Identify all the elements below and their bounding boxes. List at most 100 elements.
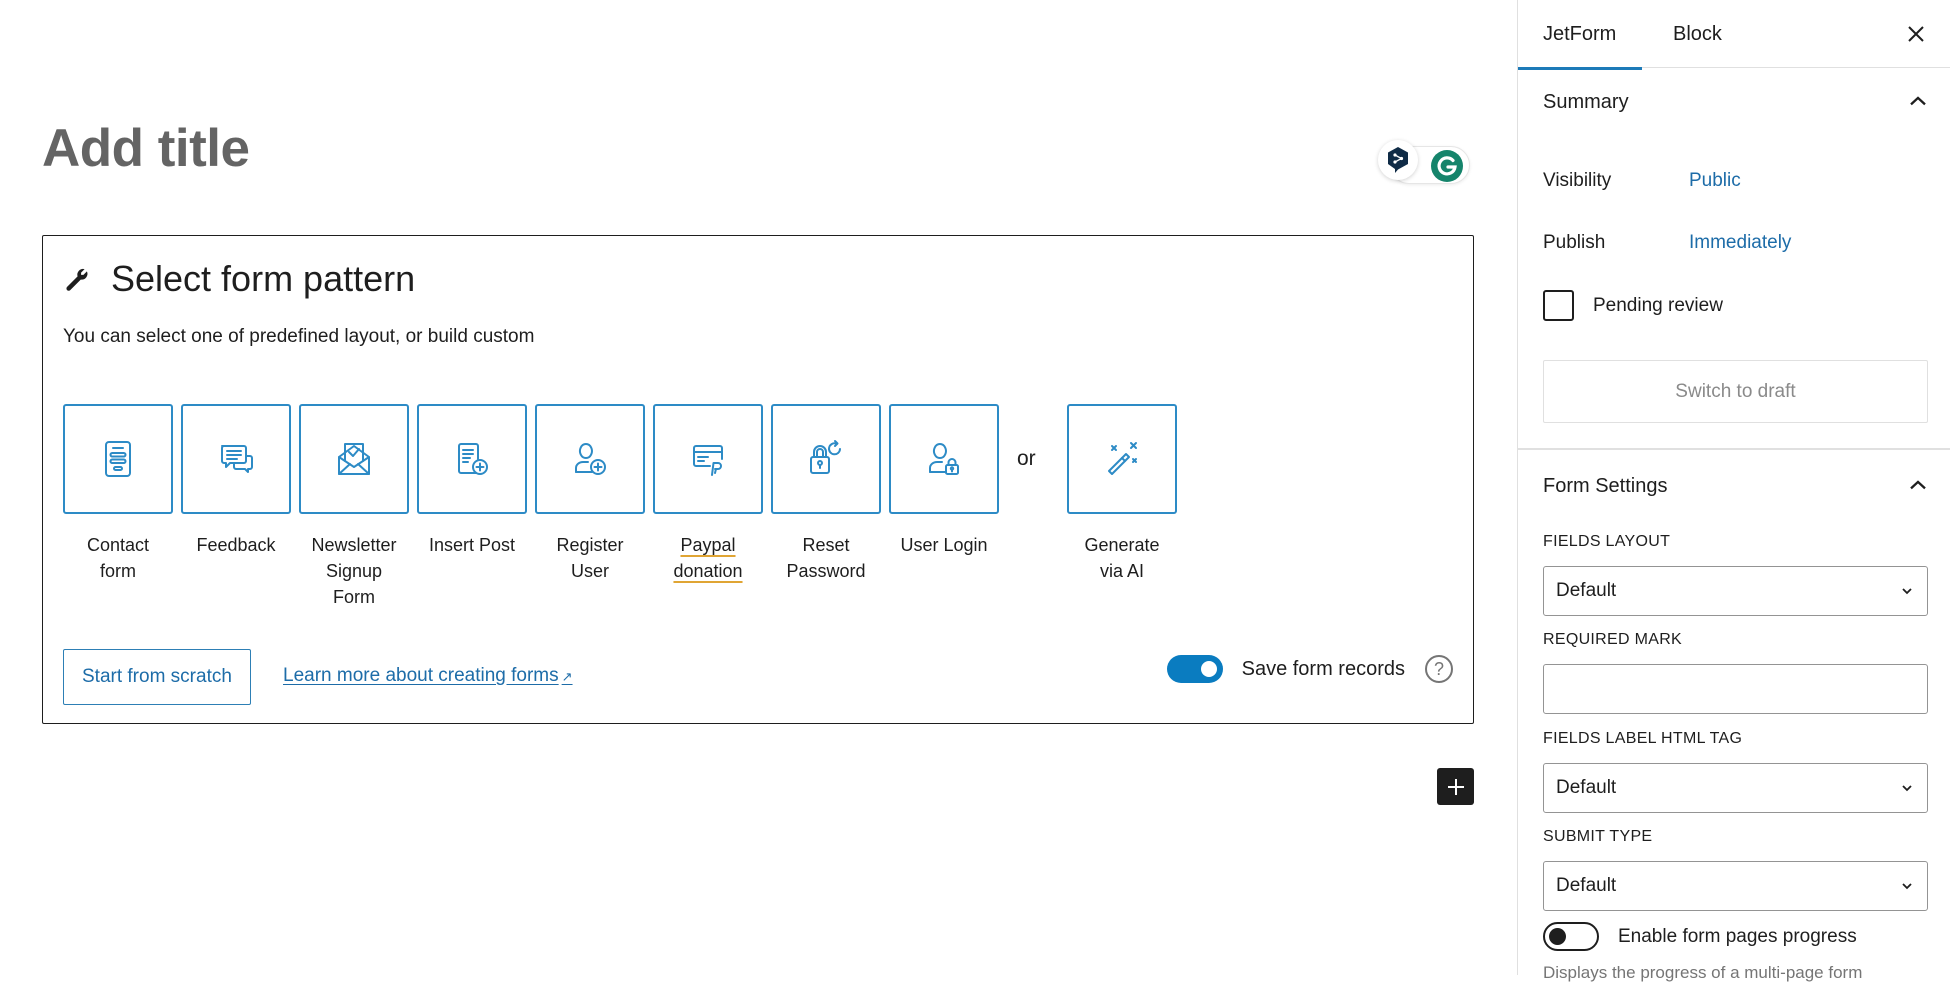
user-login-icon <box>929 443 959 475</box>
form-settings-title: Form Settings <box>1543 474 1668 497</box>
summary-title: Summary <box>1543 90 1629 113</box>
plus-icon <box>1447 778 1464 795</box>
pattern-register-user[interactable]: Register User <box>535 404 645 584</box>
chevron-up-icon <box>1910 96 1926 106</box>
visibility-row: Visibility Public <box>1543 170 1741 192</box>
help-icon[interactable]: ? <box>1425 655 1453 683</box>
pattern-tile[interactable] <box>535 404 645 514</box>
switch-to-draft-button[interactable]: Switch to draft <box>1543 360 1928 423</box>
paypal-donation-icon <box>693 445 723 476</box>
register-user-icon <box>575 443 606 475</box>
pattern-paypal-donation[interactable]: Paypal donation <box>653 404 763 584</box>
jetform-block[interactable]: Select form pattern You can select one o… <box>42 235 1474 724</box>
insert-post-icon <box>458 443 488 475</box>
fields-label-tag-label: Fields Label HTML Tag <box>1543 730 1743 747</box>
pattern-feedback[interactable]: Feedback <box>181 404 291 558</box>
required-mark-label: Required Mark <box>1543 631 1683 648</box>
tab-block[interactable]: Block <box>1673 0 1722 68</box>
save-records-toggle[interactable] <box>1166 655 1223 683</box>
publish-row: Publish Immediately <box>1543 232 1791 254</box>
block-header: Select form pattern <box>63 258 415 300</box>
pattern-reset-password[interactable]: Reset Password <box>771 404 881 584</box>
feedback-icon <box>221 445 253 473</box>
grammarly-icon[interactable] <box>1430 149 1464 183</box>
add-block-button[interactable] <box>1437 768 1474 805</box>
fields-label-tag-select[interactable]: Default <box>1543 763 1928 813</box>
toggle-knob <box>1549 928 1566 945</box>
submit-type-label: Submit Type <box>1543 828 1653 845</box>
pattern-tile[interactable] <box>1067 404 1177 514</box>
or-separator: or <box>1017 447 1036 470</box>
editor-canvas: Add title Select form pattern You can se… <box>0 0 1517 975</box>
pending-review-row: Pending review <box>1543 290 1723 321</box>
chevron-up-icon <box>1910 480 1926 490</box>
submit-type-value: Default <box>1556 875 1617 896</box>
close-icon <box>1908 26 1924 42</box>
panel-divider <box>1518 448 1950 450</box>
external-link-icon: ↗ <box>561 669 573 684</box>
magic-wand-icon <box>1108 442 1137 475</box>
start-from-scratch-button[interactable]: Start from scratch <box>63 649 251 705</box>
pattern-newsletter[interactable]: Newsletter Signup Form <box>299 404 409 610</box>
pattern-insert-post[interactable]: Insert Post <box>417 404 527 558</box>
pages-progress-label: Enable form pages progress <box>1618 925 1857 947</box>
block-description: You can select one of predefined layout,… <box>63 326 535 347</box>
block-footer: Start from scratch Learn more about crea… <box>63 649 1453 705</box>
fields-layout-label: Fields Layout <box>1543 533 1671 550</box>
summary-panel-toggle[interactable]: Summary <box>1543 88 1932 116</box>
form-settings-panel-toggle[interactable]: Form Settings <box>1543 472 1932 500</box>
deepl-button[interactable] <box>1378 140 1418 180</box>
post-title-input[interactable]: Add title <box>42 118 250 179</box>
pattern-tile[interactable] <box>63 404 173 514</box>
newsletter-icon <box>338 443 370 475</box>
pattern-tile[interactable] <box>653 404 763 514</box>
pattern-tile[interactable] <box>181 404 291 514</box>
visibility-label: Visibility <box>1543 170 1612 191</box>
chevron-down-icon <box>1902 588 1912 595</box>
pattern-label: Paypal donation <box>673 535 743 581</box>
close-sidebar-button[interactable] <box>1900 18 1932 50</box>
pending-review-checkbox[interactable] <box>1543 290 1574 321</box>
pattern-tile[interactable] <box>771 404 881 514</box>
toggle-knob <box>1200 661 1217 677</box>
pattern-label: Feedback <box>196 535 276 555</box>
pattern-label: Insert Post <box>428 535 516 555</box>
pattern-label: User Login <box>900 535 988 555</box>
settings-sidebar: JetForm Block Summary Visibility Public … <box>1517 0 1950 982</box>
pattern-generate-ai[interactable]: Generate via AI <box>1067 404 1177 584</box>
save-records-label: Save form records <box>1241 657 1405 680</box>
writing-assistant-widget[interactable] <box>1378 140 1472 190</box>
pattern-label: Reset Password <box>786 535 866 581</box>
pattern-contact-form[interactable]: Contact form <box>63 404 173 584</box>
submit-type-select[interactable]: Default <box>1543 861 1928 911</box>
pages-progress-row: Enable form pages progress <box>1543 922 1857 951</box>
pattern-tile[interactable] <box>417 404 527 514</box>
pattern-label: Generate via AI <box>1084 535 1160 581</box>
pattern-label: Contact form <box>86 535 150 581</box>
fields-label-tag-value: Default <box>1556 777 1617 798</box>
learn-more-label: Learn more about creating forms <box>283 665 559 686</box>
pattern-label: Newsletter Signup Form <box>311 535 397 607</box>
wrench-icon <box>66 268 88 291</box>
pages-progress-help: Displays the progress of a multi-page fo… <box>1543 963 1863 982</box>
learn-more-link[interactable]: Learn more about creating forms ↗ <box>283 665 573 687</box>
publish-value-link[interactable]: Immediately <box>1689 232 1791 254</box>
save-records-control: Save form records ? <box>1166 655 1453 683</box>
visibility-value-link[interactable]: Public <box>1689 170 1741 192</box>
required-mark-input[interactable] <box>1543 664 1928 714</box>
chevron-down-icon <box>1902 785 1912 792</box>
fields-layout-select[interactable]: Default <box>1543 566 1928 616</box>
publish-label: Publish <box>1543 232 1606 253</box>
pattern-list: Contact form Feedback Newsletter Signup … <box>63 404 1185 610</box>
chevron-down-icon <box>1902 883 1912 890</box>
block-heading: Select form pattern <box>111 258 416 299</box>
pattern-tile[interactable] <box>889 404 999 514</box>
pattern-user-login[interactable]: User Login <box>889 404 999 558</box>
reset-password-icon <box>810 440 841 474</box>
pages-progress-toggle[interactable] <box>1543 922 1599 951</box>
deepl-icon <box>1388 147 1408 173</box>
tab-jetform[interactable]: JetForm <box>1517 0 1643 70</box>
pending-review-label: Pending review <box>1593 294 1723 316</box>
pattern-tile[interactable] <box>299 404 409 514</box>
sidebar-tabs: JetForm Block <box>1517 0 1950 70</box>
